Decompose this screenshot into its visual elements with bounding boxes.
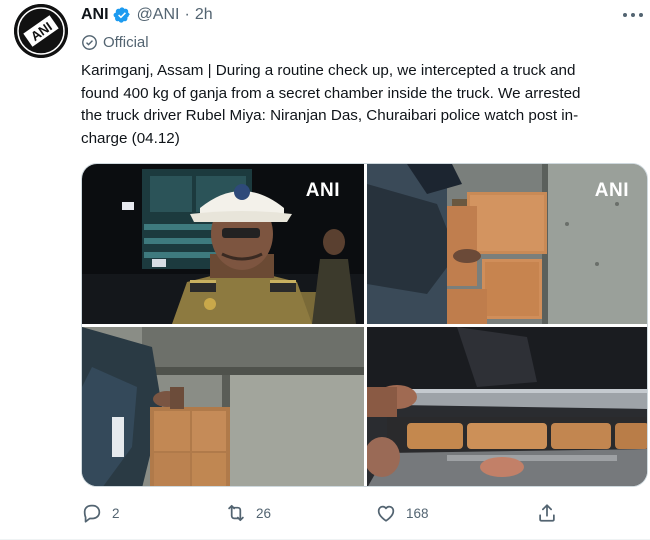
police-officer-photo[interactable]: ANI [82, 164, 364, 324]
secret-chamber-photo[interactable] [82, 327, 364, 486]
official-badge-icon [81, 34, 98, 51]
author-name[interactable]: ANI [81, 6, 109, 24]
heart-icon [375, 502, 397, 524]
tweet-text-line: Karimganj, Assam | During a routine chec… [81, 62, 576, 79]
tweet-header: ANI @ANI · 2h [81, 4, 213, 26]
official-text: Official [103, 33, 149, 51]
share-icon [536, 502, 558, 524]
tweet-text: Karimganj, Assam | During a routine chec… [81, 60, 643, 150]
like-count: 168 [406, 505, 429, 521]
ani-watermark: ANI [594, 180, 629, 201]
verified-badge-icon [113, 6, 131, 24]
retweet-button[interactable]: 26 [225, 500, 271, 526]
tweet-text-line: the truck driver Rubel Miya: Niranjan Da… [81, 107, 579, 124]
chamber-packets-photo[interactable] [367, 327, 647, 486]
tweet-text-line: found 400 kg of ganja from a secret cham… [81, 84, 581, 102]
tweet-actions: 2 26 168 [81, 500, 641, 526]
official-label: Official [81, 32, 149, 52]
share-button[interactable] [536, 500, 567, 526]
retweet-icon [225, 502, 247, 524]
author-avatar[interactable]: ANI [14, 4, 68, 58]
header-separator: · [184, 6, 190, 23]
more-options-icon[interactable] [623, 8, 643, 22]
reply-button[interactable]: 2 [81, 500, 120, 526]
retweet-count: 26 [256, 505, 272, 521]
tweet-card[interactable]: ANI ANI @ANI · 2h Official Karimganj, As… [0, 0, 650, 540]
tweet-text-line: charge (04.12) [81, 129, 180, 147]
ani-watermark: ANI [305, 180, 340, 201]
author-handle[interactable]: @ANI [137, 6, 180, 24]
ganja-packets-photo[interactable]: ANI [367, 164, 647, 324]
reply-count: 2 [112, 505, 120, 521]
ani-logo-icon: ANI [14, 4, 68, 58]
tweet-timestamp[interactable]: 2h [195, 6, 213, 24]
media-grid: ANI ANI [81, 163, 648, 487]
reply-icon [81, 502, 103, 524]
like-button[interactable]: 168 [375, 500, 429, 526]
